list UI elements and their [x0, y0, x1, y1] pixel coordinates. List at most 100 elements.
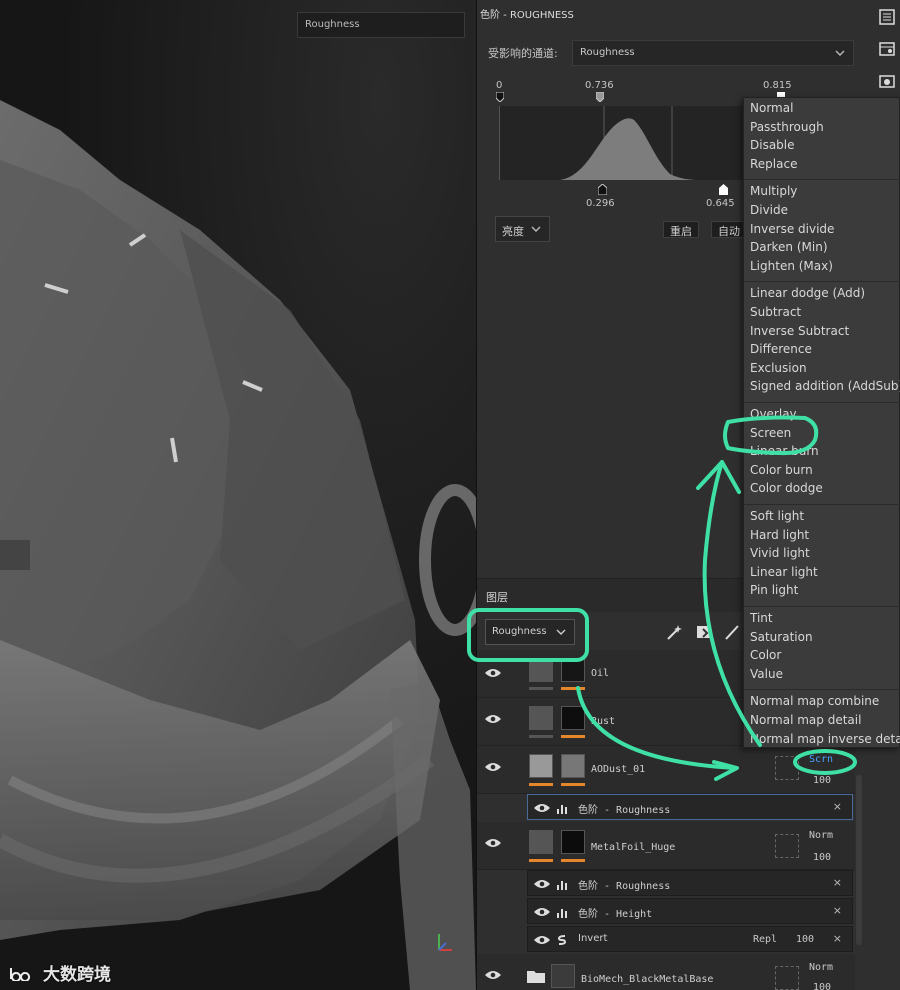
blend-mode-option[interactable]: Replace [750, 157, 797, 171]
blend-mode-option[interactable]: Multiply [750, 184, 797, 198]
paint-icon[interactable] [695, 623, 713, 641]
blend-mode-option[interactable]: Difference [750, 342, 812, 356]
blend-mode-option[interactable]: Value [750, 667, 783, 681]
layer-row[interactable]: BioMech_BlackMetalBase Norm 100 [477, 954, 855, 990]
layer-texture-thumb [561, 658, 585, 682]
chevron-down-icon [556, 629, 566, 635]
layer-blend-select[interactable]: Norm [809, 962, 833, 973]
blend-mode-option[interactable]: Normal map combine [750, 694, 879, 708]
viewport-channel-select[interactable]: Roughness [297, 12, 465, 38]
effect-opacity[interactable]: 100 [796, 934, 814, 945]
blend-mode-option[interactable]: Color dodge [750, 481, 823, 495]
blend-mode-option[interactable]: Divide [750, 203, 788, 217]
blend-mode-option[interactable]: Subtract [750, 305, 801, 319]
display-icon[interactable] [878, 40, 896, 58]
eye-icon[interactable] [485, 970, 501, 980]
effect-blend-select[interactable]: Repl [753, 934, 777, 945]
blend-mode-option[interactable]: Saturation [750, 630, 813, 644]
blend-mode-option[interactable]: Lighten (Max) [750, 259, 833, 273]
affected-channel-select[interactable]: Roughness [572, 40, 854, 66]
blend-mode-option[interactable]: Linear dodge (Add) [750, 286, 865, 300]
blend-mode-option[interactable]: Normal map inverse detail [750, 732, 900, 746]
eye-icon[interactable] [534, 907, 550, 917]
layer-blend-select[interactable]: Norm [809, 830, 833, 841]
layer-row[interactable]: AODust_01 Scrn 100 [477, 746, 855, 794]
layer-channel-select[interactable]: Roughness [485, 619, 575, 645]
viewport-3d[interactable]: Roughness 大数跨境 [0, 0, 476, 990]
chevron-down-icon [835, 50, 845, 56]
eye-icon[interactable] [485, 668, 501, 678]
layers-scrollbar[interactable] [856, 775, 862, 945]
layer-texture-thumb [551, 964, 575, 988]
auto-button[interactable]: 自动 [711, 221, 747, 238]
eye-icon[interactable] [534, 879, 550, 889]
layer-opacity[interactable]: 100 [813, 852, 831, 863]
eye-icon[interactable] [534, 803, 550, 813]
close-icon[interactable]: × [833, 932, 842, 945]
layers-panel-icon[interactable] [878, 8, 896, 26]
layer-name: Rust [591, 716, 616, 727]
effect-row[interactable]: 色阶 - Height × [527, 898, 853, 924]
layer-bar [561, 859, 585, 862]
effect-name: Invert [578, 933, 608, 944]
blend-mode-option[interactable]: Hard light [750, 528, 809, 542]
blend-mode-option[interactable]: Inverse divide [750, 222, 834, 236]
blend-mode-option[interactable]: Passthrough [750, 120, 824, 134]
layer-opacity[interactable]: 100 [813, 982, 831, 990]
blend-mode-option[interactable]: Linear light [750, 565, 818, 579]
blend-mode-option[interactable]: Vivid light [750, 546, 810, 560]
effect-row[interactable]: 色阶 - Roughness × [527, 794, 853, 820]
layer-mask-thumb [529, 754, 553, 778]
effect-row[interactable]: Invert Repl 100 × [527, 926, 853, 952]
eye-icon[interactable] [534, 935, 550, 945]
input-black-value: 0 [496, 80, 503, 91]
brush-icon[interactable] [722, 623, 740, 641]
watermark-text: 大数跨境 [43, 965, 111, 985]
blend-mode-option[interactable]: Soft light [750, 509, 804, 523]
effect-name: 色阶 - Roughness [578, 881, 671, 892]
tone-mode-value: 亮度 [502, 225, 524, 238]
layer-name: AODust_01 [591, 764, 646, 775]
layer-texture-thumb [561, 706, 585, 730]
axis-gizmo-icon [438, 934, 452, 951]
close-icon[interactable]: × [833, 876, 842, 889]
layer-texture-thumb [561, 754, 585, 778]
layer-blend-select[interactable]: Scrn [809, 754, 833, 765]
blend-mode-option[interactable]: Color burn [750, 463, 813, 477]
blend-mode-option[interactable]: Pin light [750, 583, 798, 597]
blend-mode-option[interactable]: Color [750, 648, 781, 662]
layer-row[interactable]: MetalFoil_Huge Norm 100 [477, 822, 855, 870]
black-point-handle[interactable] [496, 92, 504, 102]
close-icon[interactable]: × [833, 800, 842, 813]
reset-button[interactable]: 重启 [663, 221, 699, 238]
layer-bar [529, 687, 553, 690]
blend-mode-option[interactable]: Normal map detail [750, 713, 861, 727]
output-white-handle[interactable] [719, 184, 728, 195]
camera-icon[interactable] [878, 72, 896, 90]
blend-mode-option[interactable]: Disable [750, 138, 795, 152]
watermark-logo-icon [10, 967, 31, 981]
blend-mode-option[interactable]: Exclusion [750, 361, 807, 375]
blend-mode-option[interactable]: Signed addition (AddSub) [750, 379, 900, 393]
tone-mode-select[interactable]: 亮度 [495, 216, 550, 242]
blend-mode-option[interactable]: Normal [750, 101, 793, 115]
output-white-value: 0.645 [706, 198, 735, 209]
blend-mode-option[interactable]: Overlay [750, 407, 797, 421]
menu-separator [744, 688, 900, 690]
gamma-handle[interactable] [596, 92, 604, 102]
eye-icon[interactable] [485, 762, 501, 772]
layer-opacity[interactable]: 100 [813, 775, 831, 786]
output-black-handle[interactable] [598, 184, 607, 195]
magic-wand-icon[interactable] [665, 623, 683, 641]
blend-mode-option[interactable]: Linear burn [750, 444, 819, 458]
effect-row[interactable]: 色阶 - Roughness × [527, 870, 853, 896]
eye-icon[interactable] [485, 714, 501, 724]
blend-mode-menu[interactable]: Normal Passthrough Disable Replace Multiply D… [743, 97, 900, 748]
close-icon[interactable]: × [833, 904, 842, 917]
blend-mode-option[interactable]: Darken (Min) [750, 240, 828, 254]
blend-mode-option[interactable]: Inverse Subtract [750, 324, 849, 338]
blend-mode-option[interactable]: Tint [750, 611, 773, 625]
levels-icon [557, 805, 567, 814]
blend-mode-option[interactable]: Screen [750, 426, 791, 440]
eye-icon[interactable] [485, 838, 501, 848]
